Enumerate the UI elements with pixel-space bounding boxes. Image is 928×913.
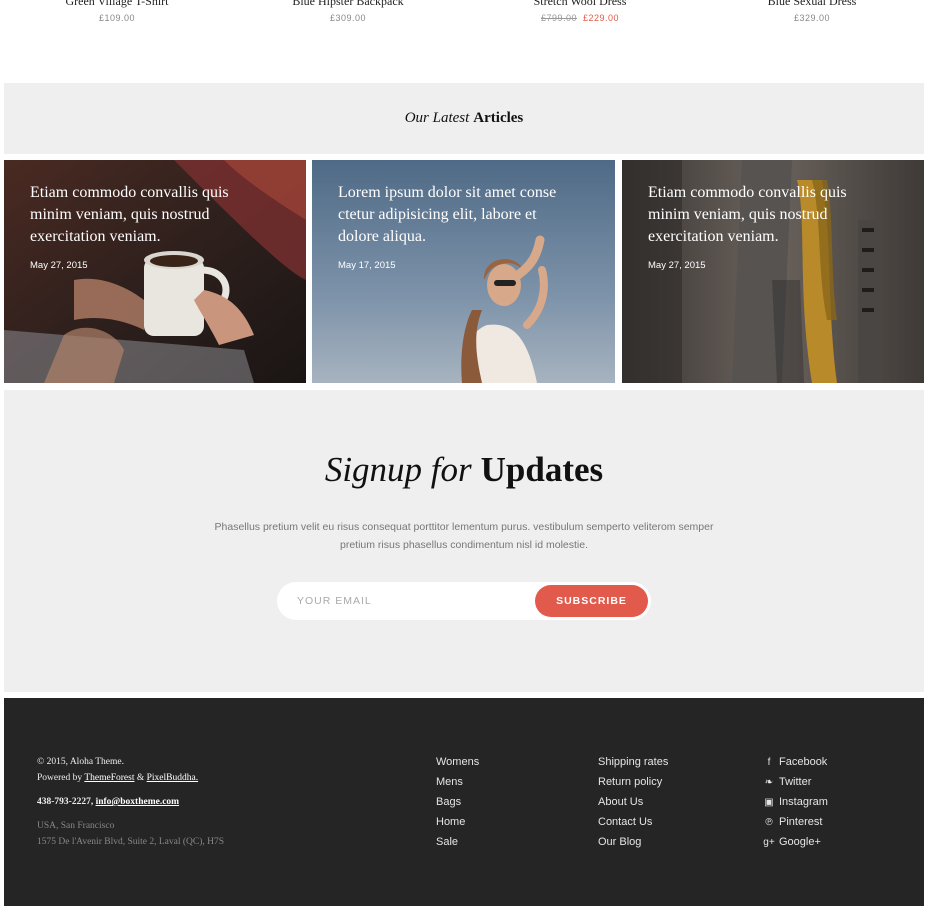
footer-info: © 2015, Aloha Theme. Powered by ThemeFor… — [37, 754, 224, 850]
city-text: USA, San Francisco — [37, 821, 115, 831]
footer-link-shipping[interactable]: Shipping rates — [598, 754, 668, 774]
product-name[interactable]: Green Village T-Shirt — [1, 0, 233, 8]
social-google-plus[interactable]: g+ Google+ — [762, 834, 828, 854]
email-link[interactable]: info@boxtheme.com — [96, 797, 180, 807]
instagram-icon: ▣ — [764, 797, 774, 808]
social-label: Twitter — [779, 776, 812, 788]
social-label: Facebook — [779, 756, 828, 768]
footer-categories: Womens Mens Bags Home Sale — [436, 754, 479, 854]
social-label: Google+ — [779, 836, 821, 848]
article-date: May 27, 2015 — [648, 260, 706, 271]
powered-prefix: Powered by — [37, 773, 83, 783]
section-title-bold: Articles — [473, 110, 524, 126]
article-card[interactable]: Etiam commodo convallis quis minim venia… — [4, 160, 306, 383]
footer-link-return[interactable]: Return policy — [598, 774, 668, 794]
signup-title-bold: Updates — [480, 450, 604, 489]
signup-description: Phasellus pretium velit eu risus consequ… — [214, 521, 714, 551]
section-title-italic: Our Latest — [404, 110, 470, 126]
footer-link-blog[interactable]: Our Blog — [598, 834, 668, 854]
social-instagram[interactable]: ▣ Instagram — [762, 794, 828, 814]
section-title: Our Latest Articles — [405, 110, 524, 127]
old-price: £799.00 — [540, 13, 577, 23]
footer-link-home[interactable]: Home — [436, 814, 479, 834]
article-title[interactable]: Etiam commodo convallis quis minim venia… — [648, 182, 888, 248]
article-title[interactable]: Lorem ipsum dolor sit amet conse ctetur … — [338, 182, 578, 248]
product-price: £329.00 — [793, 13, 831, 23]
article-card[interactable]: Etiam commodo convallis quis minim venia… — [622, 160, 924, 383]
article-date: May 27, 2015 — [30, 260, 88, 271]
subscribe-button[interactable]: SUBSCRIBE — [535, 585, 648, 617]
signup-section: Signup for Updates Phasellus pretium veli… — [4, 390, 924, 692]
product-name[interactable]: Blue Hipster Backpack — [232, 0, 464, 8]
social-label: Instagram — [779, 796, 828, 808]
product-card[interactable]: Green Village T-Shirt £109.00 — [1, 0, 233, 23]
contact-line: 438-793-2227, info@boxtheme.com — [37, 794, 224, 810]
signup-title-italic: Signup for — [324, 450, 472, 489]
footer-link-about[interactable]: About Us — [598, 794, 668, 814]
footer-link-sale[interactable]: Sale — [436, 834, 479, 854]
social-facebook[interactable]: f Facebook — [762, 754, 828, 774]
twitter-icon: ❧ — [764, 777, 774, 788]
footer-social: f Facebook ❧ Twitter ▣ Instagram ℗ Pinterest… — [762, 754, 828, 854]
social-pinterest[interactable]: ℗ Pinterest — [762, 814, 828, 834]
product-card[interactable]: Stretch Wool Dress £799.00 £229.00 — [464, 0, 696, 23]
signup-title: Signup for Updates — [4, 450, 924, 490]
signup-form: SUBSCRIBE — [277, 582, 651, 620]
themeforest-link[interactable]: ThemeForest — [84, 773, 134, 783]
copyright-text: © 2015, Aloha Theme. — [37, 757, 124, 767]
phone-number: 438-793-2227, — [37, 797, 94, 807]
product-price-sale: £799.00 £229.00 — [464, 13, 696, 23]
social-twitter[interactable]: ❧ Twitter — [762, 774, 828, 794]
article-title[interactable]: Etiam commodo convallis quis minim venia… — [30, 182, 270, 248]
sale-price: £229.00 — [583, 13, 620, 23]
powered-by: Powered by ThemeForest & PixelBuddha. — [37, 770, 224, 786]
product-price: £109.00 — [98, 13, 136, 23]
site-footer: © 2015, Aloha Theme. Powered by ThemeFor… — [4, 698, 924, 906]
google-plus-icon: g+ — [763, 837, 775, 848]
product-strip: Green Village T-Shirt £109.00 Blue Hipst… — [0, 0, 928, 30]
footer-link-bags[interactable]: Bags — [436, 794, 479, 814]
footer-link-womens[interactable]: Womens — [436, 754, 479, 774]
pixelbuddha-link[interactable]: PixelBuddha. — [147, 773, 198, 783]
footer-link-mens[interactable]: Mens — [436, 774, 479, 794]
address-text: 1575 De l'Avenir Blvd, Suite 2, Laval (Q… — [37, 837, 225, 847]
email-input[interactable] — [297, 591, 527, 611]
product-card[interactable]: Blue Sexual Dress £329.00 — [696, 0, 928, 23]
article-date: May 17, 2015 — [338, 260, 396, 271]
product-price: £309.00 — [329, 13, 367, 23]
product-name[interactable]: Blue Sexual Dress — [696, 0, 928, 8]
footer-link-contact[interactable]: Contact Us — [598, 814, 668, 834]
facebook-icon: f — [767, 757, 771, 768]
article-card[interactable]: Lorem ipsum dolor sit amet conse ctetur … — [312, 160, 615, 383]
social-label: Pinterest — [779, 816, 823, 828]
articles-header: Our Latest Articles — [4, 83, 924, 154]
product-name[interactable]: Stretch Wool Dress — [464, 0, 696, 8]
product-card[interactable]: Blue Hipster Backpack £309.00 — [232, 0, 464, 23]
powered-amp: & — [136, 773, 145, 783]
footer-info-links: Shipping rates Return policy About Us Co… — [598, 754, 668, 854]
pinterest-icon: ℗ — [765, 817, 773, 828]
